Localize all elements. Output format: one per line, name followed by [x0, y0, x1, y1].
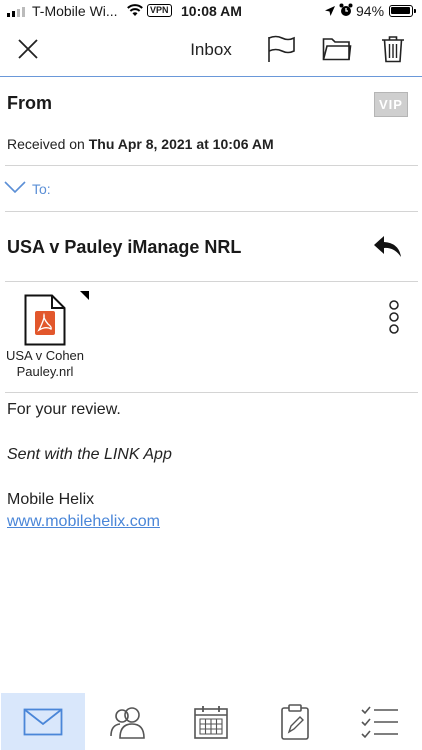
mail-icon [23, 708, 63, 735]
battery-percentage: 94% [356, 3, 385, 19]
signature-company: Mobile Helix [7, 491, 95, 508]
attachment-name-line1: USA v Cohen [5, 348, 85, 363]
reply-button[interactable] [372, 233, 404, 261]
move-to-folder-button[interactable] [320, 34, 354, 64]
flag-icon [268, 35, 295, 62]
message-toolbar: Inbox [0, 24, 422, 77]
chevron-down-icon [4, 181, 26, 194]
vip-button[interactable]: VIP [374, 92, 408, 117]
tab-mail[interactable] [1, 693, 85, 750]
sender-row: From VIP [0, 78, 422, 128]
page-title: Inbox [190, 40, 232, 59]
alarm-clock-icon [339, 3, 353, 20]
close-icon [18, 39, 38, 59]
tab-tasks[interactable] [338, 693, 422, 750]
website-link[interactable]: www.mobilehelix.com [7, 513, 160, 531]
to-label: To: [32, 181, 51, 197]
more-vertical-icon [389, 300, 399, 334]
received-date: Received on Thu Apr 8, 2021 at 10:06 AM [7, 136, 274, 152]
attachment[interactable]: USA v Cohen Pauley.nrl [0, 288, 90, 384]
status-time: 10:08 AM [181, 3, 242, 19]
folder-icon [322, 38, 352, 61]
tab-calendar[interactable] [169, 693, 253, 750]
body-line: For your review. [7, 401, 121, 418]
location-arrow-icon [324, 4, 336, 20]
calendar-icon [194, 705, 228, 739]
status-bar: T-Mobile Wi... VPN 10:08 AM 94% [0, 0, 422, 24]
delete-button[interactable] [376, 34, 410, 64]
divider [5, 211, 418, 212]
trash-icon [382, 36, 404, 63]
tasks-icon [361, 705, 398, 738]
received-prefix: Received on [7, 136, 89, 152]
signature-note: Sent with the LINK App [7, 446, 172, 463]
attachment-more-button[interactable] [384, 300, 404, 336]
from-label: From [7, 93, 52, 113]
received-timestamp: Thu Apr 8, 2021 at 10:06 AM [88, 136, 274, 152]
contacts-icon [110, 706, 145, 739]
attachment-name: USA v Cohen Pauley.nrl [0, 348, 90, 380]
attachment-name-line2: Pauley.nrl [16, 364, 74, 379]
reply-icon [374, 236, 401, 257]
tab-notes[interactable] [253, 693, 337, 750]
cellular-signal-icon [7, 6, 25, 17]
attachment-selection-marker [80, 291, 89, 300]
bottom-tab-bar [0, 693, 422, 750]
tab-contacts[interactable] [86, 693, 170, 750]
message-subject: USA v Pauley iManage NRL [7, 237, 242, 257]
wifi-icon [126, 3, 144, 20]
flag-button[interactable] [264, 34, 298, 64]
notes-icon [281, 703, 309, 740]
close-button[interactable] [11, 34, 45, 64]
carrier-name: T-Mobile Wi... [32, 3, 118, 19]
recipients-toggle[interactable]: To: [0, 172, 422, 208]
battery-icon [389, 5, 416, 17]
divider [5, 392, 418, 393]
pdf-file-icon [24, 294, 66, 346]
divider [5, 165, 418, 166]
divider [5, 281, 418, 282]
vpn-badge: VPN [147, 4, 172, 17]
